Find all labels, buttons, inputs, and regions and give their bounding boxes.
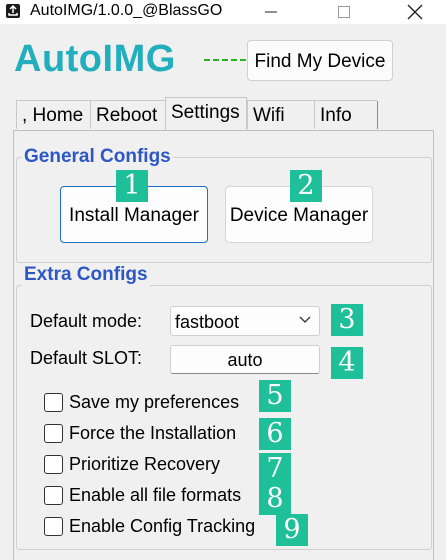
find-my-device-button[interactable]: Find My Device: [247, 40, 393, 81]
tab-bar-end: [377, 101, 378, 129]
all-file-formats-checkbox[interactable]: [44, 486, 63, 505]
upload-icon: [6, 4, 20, 18]
close-icon: [407, 4, 423, 20]
tab-home[interactable]: , Home: [16, 100, 90, 129]
prioritize-recovery-label: Prioritize Recovery: [69, 454, 221, 474]
tab-settings[interactable]: Settings: [165, 97, 247, 130]
callout-badge-8: 8: [259, 483, 291, 515]
close-button[interactable]: [392, 0, 438, 24]
chevron-down-icon: [299, 316, 311, 323]
general-configs-title: General Configs: [22, 146, 173, 168]
maximize-icon: [338, 6, 350, 18]
callout-badge-1: 1: [116, 170, 148, 202]
default-mode-value: fastboot: [175, 312, 240, 332]
default-mode-select[interactable]: fastboot: [170, 306, 320, 336]
save-preferences-checkbox[interactable]: [44, 393, 63, 412]
config-tracking-label: Enable Config Tracking: [69, 516, 256, 536]
save-preferences-label: Save my preferences: [69, 392, 240, 412]
default-mode-label: Default mode:: [30, 311, 143, 331]
callout-badge-3: 3: [331, 304, 363, 336]
callout-badge-2: 2: [290, 170, 322, 202]
callout-badge-6: 6: [259, 418, 291, 450]
window-title: AutoIMG/1.0.0_@BlassGO: [30, 2, 223, 19]
callout-badge-9: 9: [276, 514, 308, 546]
callout-badge-5: 5: [259, 380, 291, 412]
prioritize-recovery-checkbox[interactable]: [44, 455, 63, 474]
force-installation-checkbox[interactable]: [44, 424, 63, 443]
tab-reboot[interactable]: Reboot: [90, 100, 165, 129]
connector-line: [204, 59, 246, 61]
app-brand-title: AutoIMG: [14, 38, 176, 80]
minimize-button[interactable]: [248, 0, 294, 24]
config-tracking-checkbox[interactable]: [44, 517, 63, 536]
callout-badge-4: 4: [331, 347, 363, 379]
callout-badge-7: 7: [259, 453, 291, 485]
maximize-button[interactable]: [321, 0, 367, 24]
title-bar: AutoIMG/1.0.0_@BlassGO: [0, 0, 446, 24]
default-slot-label: Default SLOT:: [30, 348, 143, 368]
default-slot-input[interactable]: auto: [170, 345, 320, 374]
tab-info[interactable]: Info: [314, 100, 377, 129]
tab-wifi[interactable]: Wifi: [247, 100, 314, 129]
force-installation-label: Force the Installation: [69, 423, 237, 443]
minimize-icon: [265, 11, 277, 13]
all-file-formats-label: Enable all file formats: [69, 485, 242, 505]
extra-configs-title: Extra Configs: [22, 264, 150, 286]
